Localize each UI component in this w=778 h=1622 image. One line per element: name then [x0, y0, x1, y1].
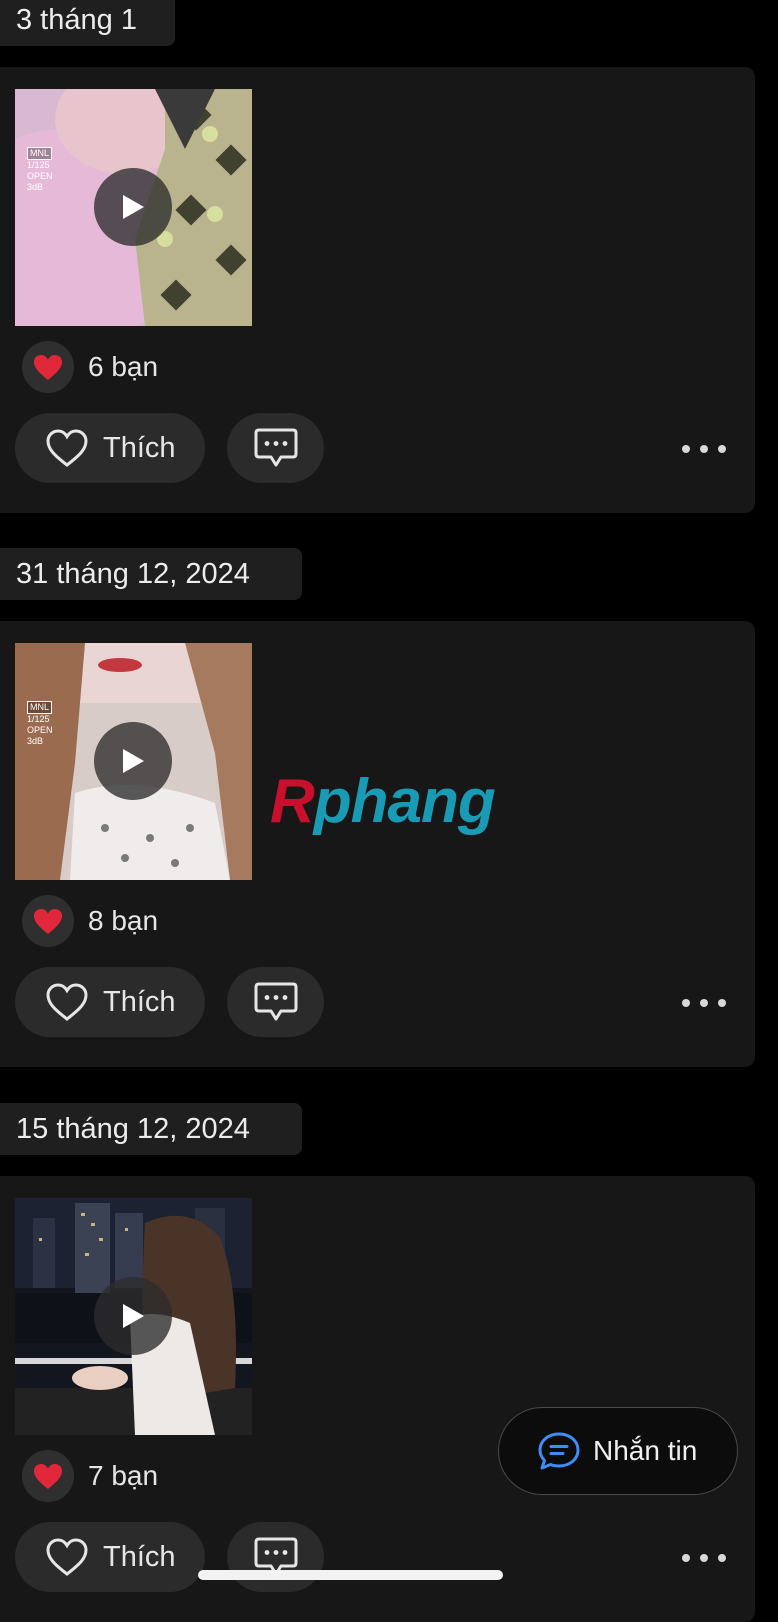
- heart-outline-icon: [46, 1538, 88, 1576]
- comment-button[interactable]: [227, 967, 324, 1037]
- reactions-summary[interactable]: 7 bạn: [22, 1450, 158, 1502]
- camera-shutter: 1/125: [27, 714, 50, 724]
- camera-overlay: MNL 1/125 OPEN 3dB: [27, 701, 53, 747]
- home-indicator[interactable]: [198, 1570, 503, 1580]
- play-button[interactable]: [94, 168, 172, 246]
- more-dot: [718, 1554, 726, 1562]
- play-button[interactable]: [94, 1277, 172, 1355]
- more-options-button[interactable]: [682, 983, 726, 1023]
- heart-emoji-icon: [22, 895, 74, 947]
- message-button[interactable]: Nhắn tin: [498, 1407, 738, 1495]
- camera-mode: MNL: [27, 147, 53, 160]
- heart-outline-icon: [46, 429, 88, 467]
- more-dot: [718, 999, 726, 1007]
- camera-gain: 3dB: [27, 736, 44, 746]
- watermark-rest: phang: [313, 767, 496, 836]
- post-card: 7 bạn Thích: [0, 1176, 755, 1622]
- post-date: 31 tháng 12, 2024: [16, 557, 250, 590]
- post-date-chip: 15 tháng 12, 2024: [0, 1103, 302, 1155]
- reactions-summary[interactable]: 8 bạn: [22, 895, 158, 947]
- comment-bubble-icon: [254, 428, 297, 467]
- comment-bubble-icon: [254, 982, 297, 1021]
- more-dots-icon: [682, 445, 690, 453]
- heart-emoji-icon: [22, 1450, 74, 1502]
- comment-button[interactable]: [227, 413, 324, 483]
- heart-outline-icon: [46, 983, 88, 1021]
- post-date-chip: 3 tháng 1: [0, 0, 175, 46]
- play-icon: [123, 1304, 144, 1328]
- play-icon: [123, 749, 144, 773]
- more-dot: [700, 999, 708, 1007]
- like-button[interactable]: Thích: [15, 967, 205, 1037]
- like-label: Thích: [103, 431, 176, 464]
- camera-overlay: MNL 1/125 OPEN 3dB: [27, 147, 53, 193]
- play-icon: [123, 195, 144, 219]
- camera-gain: 3dB: [27, 182, 44, 192]
- reactions-summary[interactable]: 6 bạn: [22, 341, 158, 393]
- video-thumbnail[interactable]: MNL 1/125 OPEN 3dB: [15, 89, 252, 326]
- like-label: Thích: [103, 1540, 176, 1573]
- camera-aperture: OPEN: [27, 725, 53, 735]
- heart-emoji-icon: [22, 341, 74, 393]
- more-dot: [700, 445, 708, 453]
- video-thumbnail[interactable]: [15, 1198, 252, 1435]
- post-card: MNL 1/125 OPEN 3dB 6 bạn Thích: [0, 67, 755, 513]
- more-options-button[interactable]: [682, 1538, 726, 1578]
- more-dots-icon: [682, 999, 690, 1007]
- play-button[interactable]: [94, 722, 172, 800]
- post-date: 15 tháng 12, 2024: [16, 1112, 250, 1145]
- watermark-logo: Rphang: [270, 766, 496, 837]
- post-date-chip: 31 tháng 12, 2024: [0, 548, 302, 600]
- message-button-label: Nhắn tin: [593, 1435, 698, 1466]
- more-dots-icon: [682, 1554, 690, 1562]
- chat-bubble-icon: [538, 1432, 580, 1470]
- like-label: Thích: [103, 985, 176, 1018]
- post-date: 3 tháng 1: [16, 3, 137, 36]
- camera-shutter: 1/125: [27, 160, 50, 170]
- more-dot: [700, 1554, 708, 1562]
- reaction-count: 7 bạn: [88, 1460, 159, 1491]
- video-thumbnail[interactable]: MNL 1/125 OPEN 3dB: [15, 643, 252, 880]
- comment-button[interactable]: [227, 1522, 324, 1592]
- camera-aperture: OPEN: [27, 171, 53, 181]
- post-card: MNL 1/125 OPEN 3dB 8 bạn Thích: [0, 621, 755, 1067]
- reaction-count: 8 bạn: [88, 905, 159, 936]
- like-button[interactable]: Thích: [15, 413, 205, 483]
- like-button[interactable]: Thích: [15, 1522, 205, 1592]
- reaction-count: 6 bạn: [88, 351, 159, 382]
- watermark-first-letter: R: [270, 767, 315, 836]
- more-dot: [718, 445, 726, 453]
- more-options-button[interactable]: [682, 429, 726, 469]
- camera-mode: MNL: [27, 701, 53, 714]
